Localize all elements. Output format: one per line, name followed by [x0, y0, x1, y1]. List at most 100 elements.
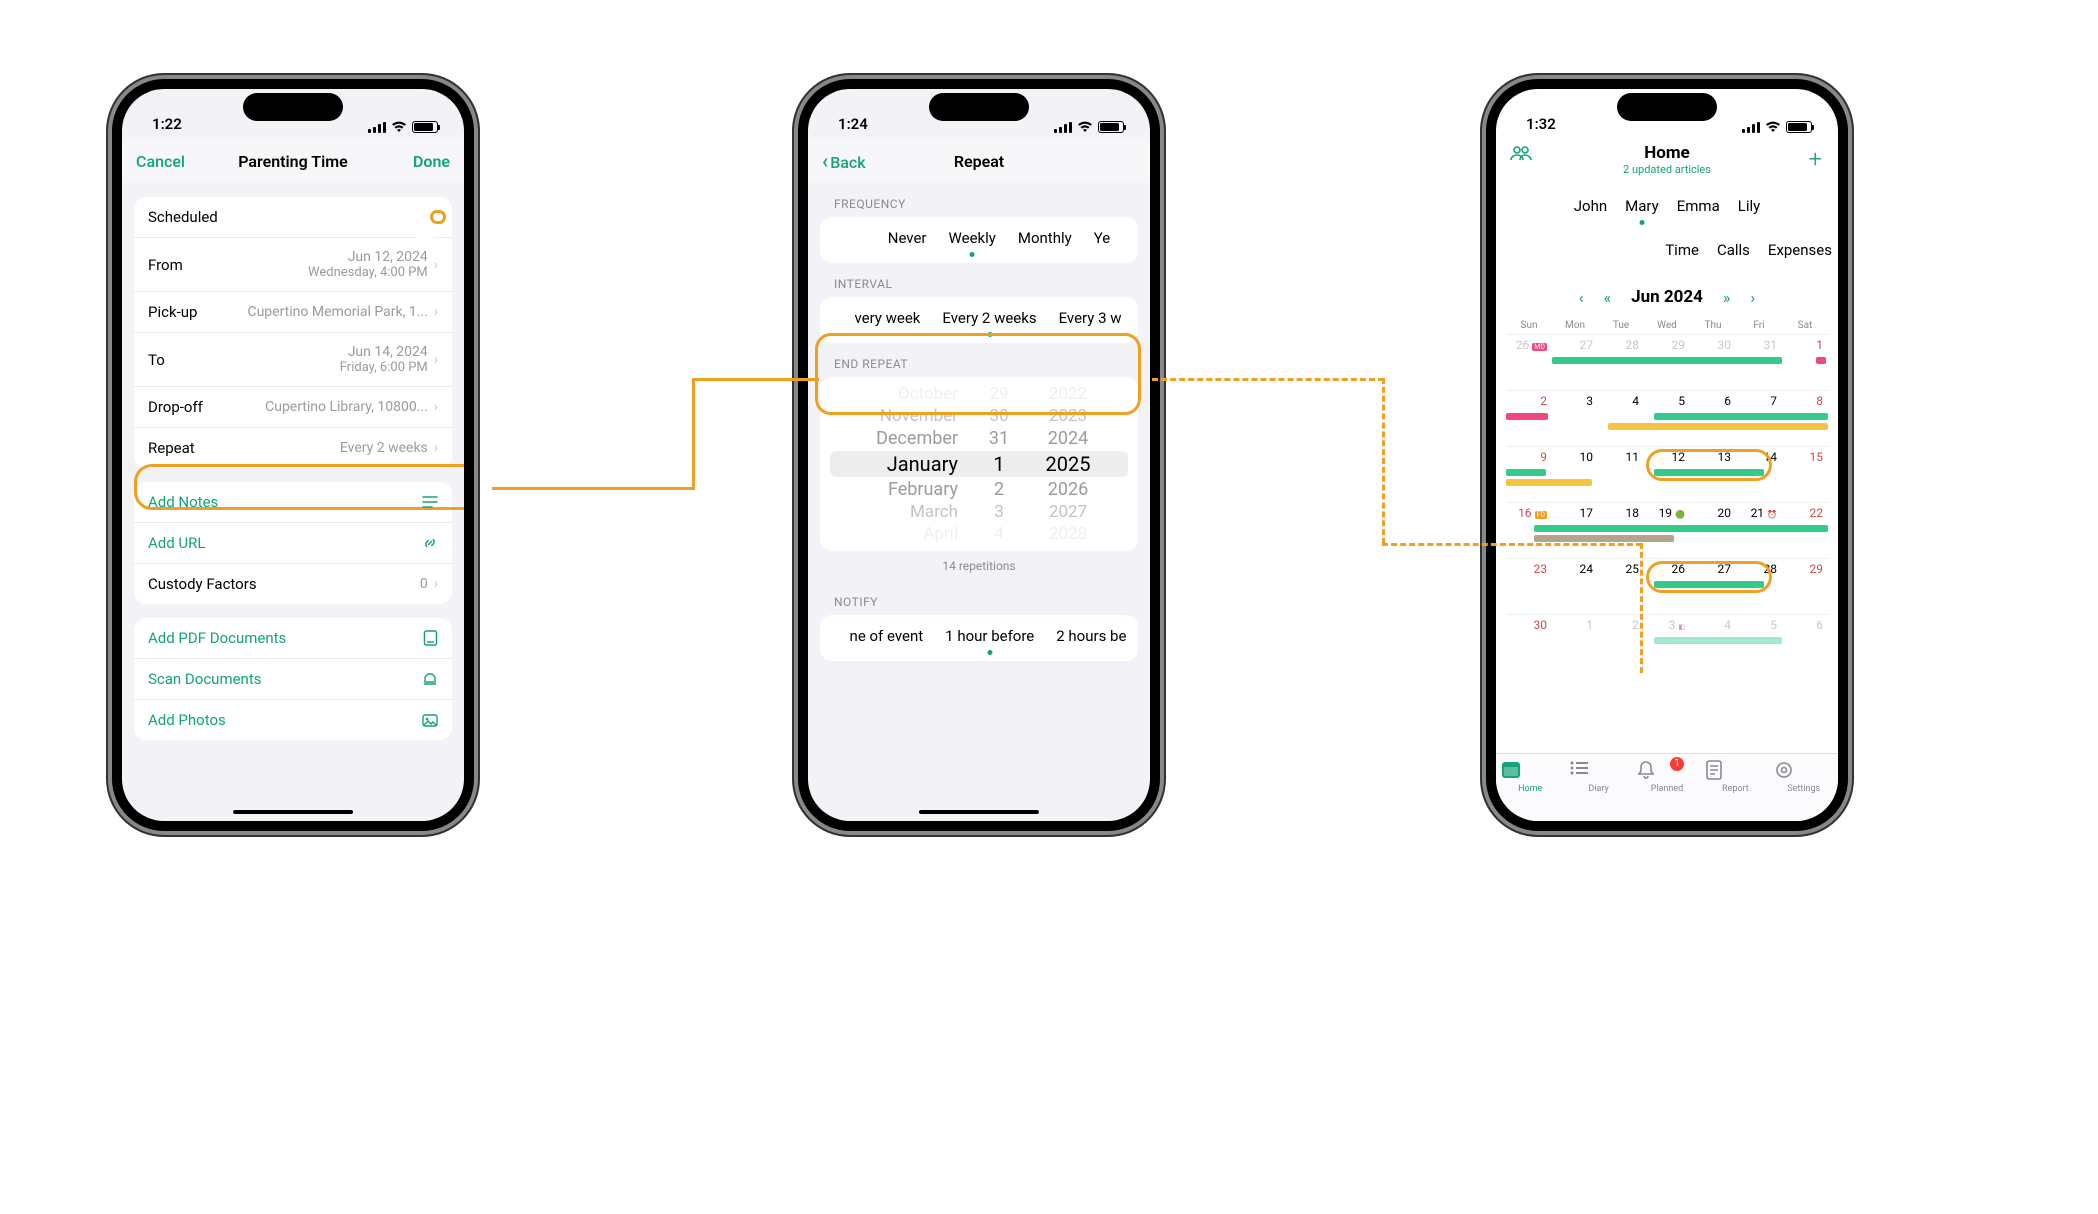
chevron-right-icon: ›: [434, 440, 438, 456]
status-time: 1:32: [1526, 115, 1556, 133]
add-url-row[interactable]: Add URL: [134, 523, 452, 564]
freq-weekly[interactable]: Weekly: [949, 229, 996, 251]
cellular-icon: [1742, 122, 1760, 133]
repeat-row[interactable]: Repeat Every 2 weeks ›: [134, 428, 452, 468]
day-cell[interactable]: 4: [1598, 391, 1644, 446]
people-tabs: John Mary Emma Lily: [1496, 183, 1838, 219]
weekday-sun: Sun: [1506, 320, 1552, 331]
notify-1h[interactable]: 1 hour before: [945, 627, 1034, 649]
day-cell[interactable]: 3: [1552, 391, 1598, 446]
interval-1w[interactable]: very week: [854, 309, 920, 331]
repetition-count: 14 repetitions: [808, 551, 1150, 581]
day-cell[interactable]: 2: [1598, 615, 1644, 670]
freq-monthly[interactable]: Monthly: [1018, 229, 1072, 251]
tab-time[interactable]: Time: [1665, 241, 1699, 259]
chevron-right-icon: ›: [434, 576, 438, 592]
freq-never[interactable]: Never: [888, 229, 927, 251]
tab-expenses[interactable]: Expenses: [1768, 241, 1832, 259]
scan-row[interactable]: Scan Documents: [134, 659, 452, 700]
add-pdf-row[interactable]: Add PDF Documents: [134, 618, 452, 659]
tabbar-settings[interactable]: Settings: [1774, 760, 1834, 794]
cancel-button[interactable]: Cancel: [136, 152, 196, 171]
calendar-grid: Sun Mon Tue Wed Thu Fri Sat 26 MD 27 28 …: [1496, 317, 1838, 670]
day-cell[interactable]: 15: [1782, 447, 1828, 502]
day-cell[interactable]: 24: [1552, 559, 1598, 614]
repeat-label: Repeat: [148, 439, 195, 457]
scheduled-row: Scheduled: [134, 197, 452, 238]
home-title: Home: [1623, 143, 1711, 163]
add-photos-row[interactable]: Add Photos: [134, 700, 452, 740]
day-cell[interactable]: 1: [1552, 615, 1598, 670]
frequency-section-label: FREQUENCY: [808, 183, 1150, 217]
to-row[interactable]: To Jun 14, 2024Friday, 6:00 PM ›: [134, 333, 452, 387]
notify-time-of-event[interactable]: ne of event: [850, 627, 924, 649]
status-time: 1:24: [838, 115, 868, 133]
dynamic-island: [243, 93, 343, 121]
cellular-icon: [1054, 122, 1072, 133]
tabbar-planned[interactable]: 1 Planned: [1637, 760, 1697, 794]
dynamic-island: [929, 93, 1029, 121]
person-emma[interactable]: Emma: [1677, 197, 1720, 215]
gear-icon: [1774, 760, 1834, 782]
list-icon: [1569, 760, 1629, 782]
day-cell[interactable]: 6: [1782, 615, 1828, 670]
details-section: Scheduled From Jun 12, 2024Wednesday, 4:…: [134, 197, 452, 468]
tabbar-diary[interactable]: Diary: [1569, 760, 1629, 794]
person-john[interactable]: John: [1574, 197, 1607, 215]
day-cell[interactable]: 11: [1598, 447, 1644, 502]
person-lily[interactable]: Lily: [1738, 197, 1760, 215]
day-cell[interactable]: 23: [1506, 559, 1552, 614]
dynamic-island: [1617, 93, 1717, 121]
next-month-icon[interactable]: ›: [1750, 288, 1755, 307]
page-title: Repeat: [954, 152, 1004, 171]
day-cell[interactable]: 29: [1782, 559, 1828, 614]
next-year-icon[interactable]: »: [1723, 288, 1731, 307]
page-title: Parenting Time: [238, 152, 348, 171]
connector-line: [692, 378, 819, 381]
tab-calls[interactable]: Calls: [1717, 241, 1750, 259]
day-cell[interactable]: 30: [1506, 615, 1552, 670]
event-bar: [1534, 525, 1828, 532]
weekday-mon: Mon: [1552, 320, 1598, 331]
person-mary[interactable]: Mary: [1625, 197, 1659, 215]
link-icon: [422, 535, 438, 551]
day-cell[interactable]: 26 MD: [1506, 335, 1552, 390]
nav-header: Cancel Parenting Time Done: [122, 139, 464, 183]
day-cell[interactable]: 25: [1598, 559, 1644, 614]
add-button[interactable]: +: [1808, 145, 1822, 173]
back-button[interactable]: ‹Back: [822, 149, 882, 173]
pickup-row[interactable]: Pick-up Cupertino Memorial Park, 1... ›: [134, 292, 452, 333]
custody-factors-row[interactable]: Custody Factors 0 ›: [134, 564, 452, 604]
from-time: Wednesday, 4:00 PM: [308, 265, 428, 280]
tabbar-home[interactable]: Home: [1500, 760, 1560, 794]
notification-badge: 1: [1670, 757, 1684, 771]
notify-picker[interactable]: ne of event 1 hour before 2 hours be: [820, 615, 1138, 661]
chevron-right-icon: ›: [434, 304, 438, 320]
event-bar: [1506, 413, 1548, 420]
prev-month-icon[interactable]: ‹: [1579, 288, 1584, 307]
from-row[interactable]: From Jun 12, 2024Wednesday, 4:00 PM ›: [134, 238, 452, 292]
people-icon[interactable]: [1510, 145, 1532, 161]
connector-dashed: [1382, 378, 1385, 544]
home-subtitle[interactable]: 2 updated articles: [1623, 163, 1711, 176]
add-notes-row[interactable]: Add Notes: [134, 482, 452, 523]
tabbar-report[interactable]: Report: [1705, 760, 1765, 794]
interval-3w[interactable]: Every 3 w: [1059, 309, 1122, 331]
extras-section: Add Notes Add URL Custody Factors 0 ›: [134, 482, 452, 604]
done-button[interactable]: Done: [390, 152, 450, 171]
wifi-icon: [1077, 121, 1093, 133]
from-date: Jun 12, 2024: [348, 249, 428, 265]
notify-2h[interactable]: 2 hours be: [1056, 627, 1126, 649]
freq-yearly[interactable]: Ye: [1094, 229, 1111, 251]
event-bar: [1552, 357, 1782, 364]
chevron-right-icon: ›: [434, 257, 438, 273]
add-notes-label: Add Notes: [148, 493, 218, 511]
frequency-picker[interactable]: Never Weekly Monthly Ye: [820, 217, 1138, 263]
event-bar: [1654, 637, 1782, 644]
prev-year-icon[interactable]: «: [1604, 288, 1612, 307]
interval-2w[interactable]: Every 2 weeks: [942, 309, 1036, 331]
day-cell[interactable]: 10: [1552, 447, 1598, 502]
interval-picker[interactable]: very week Every 2 weeks Every 3 w: [820, 297, 1138, 343]
dropoff-row[interactable]: Drop-off Cupertino Library, 10800... ›: [134, 387, 452, 428]
end-date-picker[interactable]: October292022 November302023 December312…: [820, 377, 1138, 551]
